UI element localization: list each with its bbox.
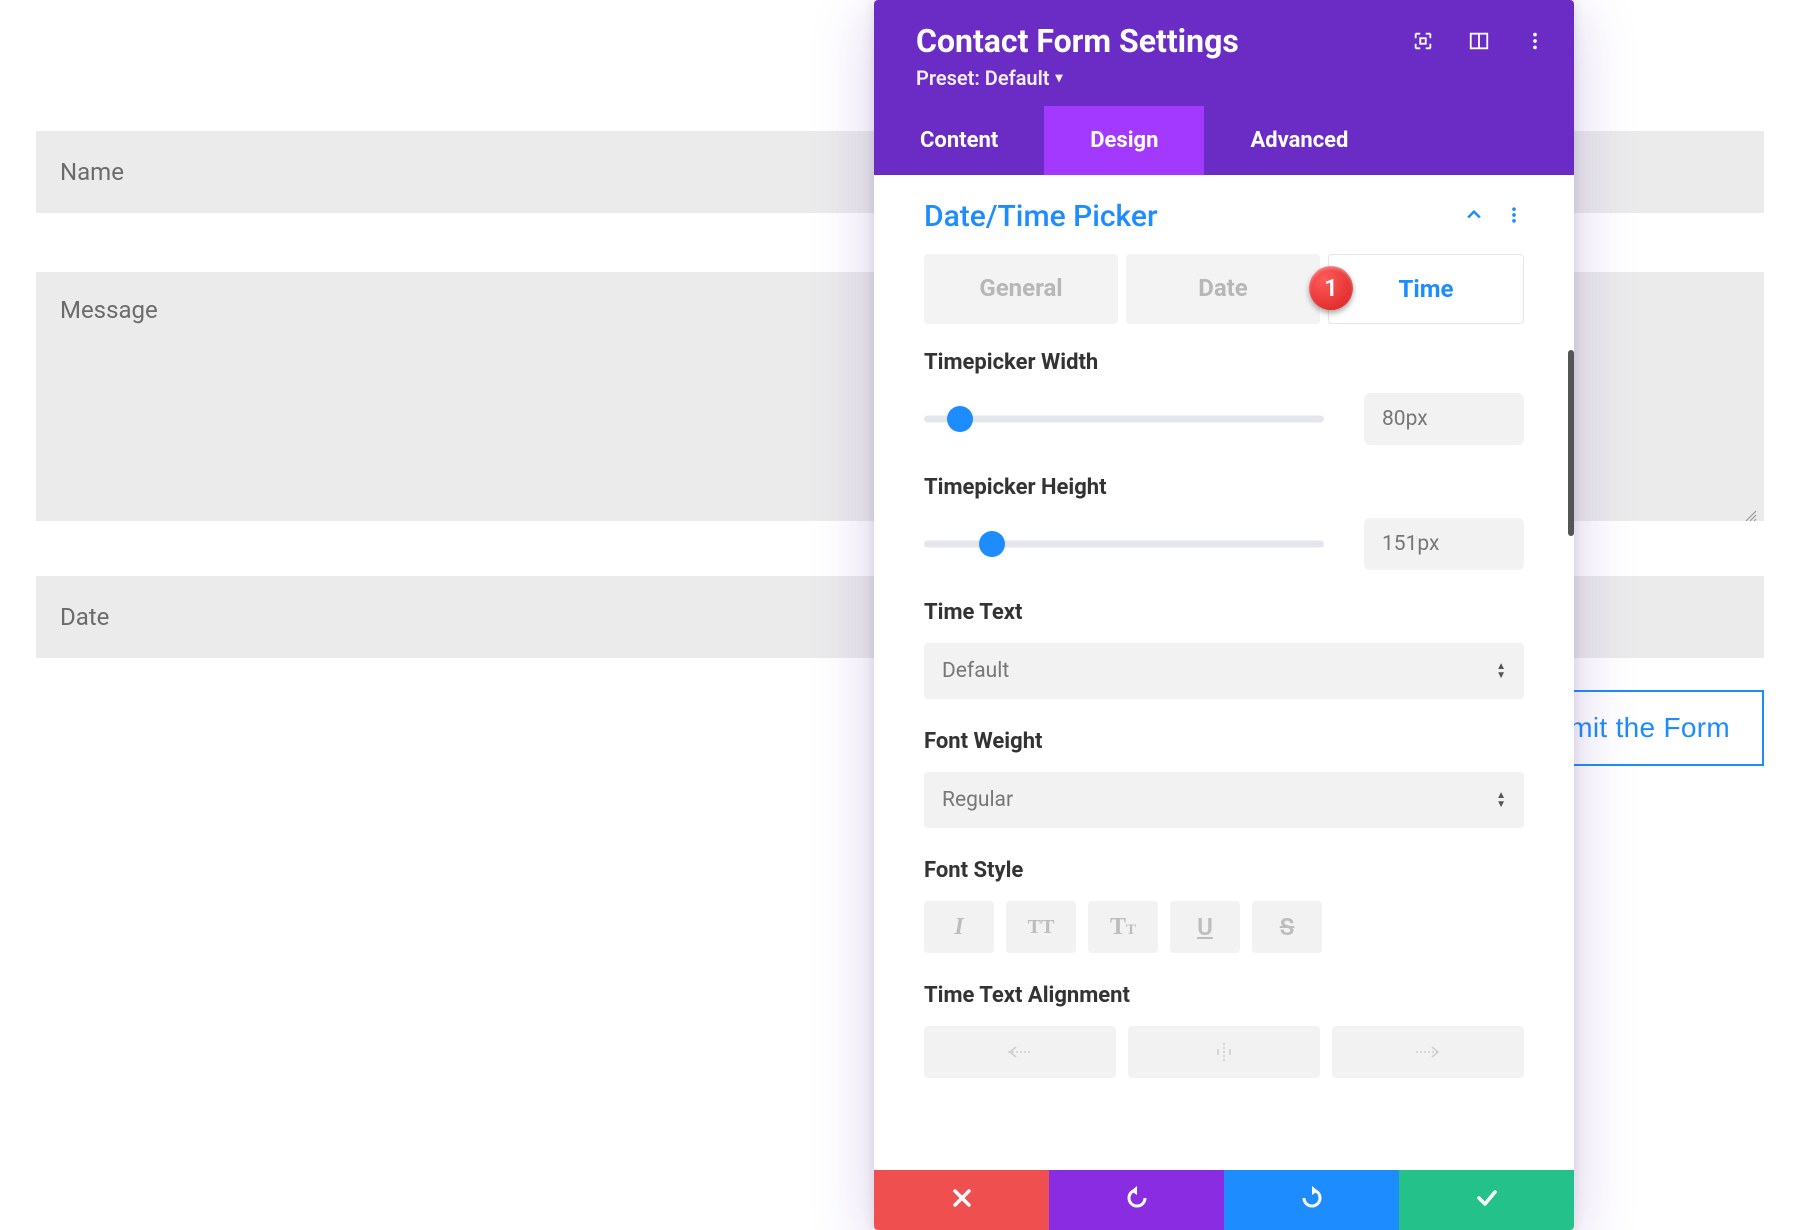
value-text: 80px <box>1382 407 1428 431</box>
label-timepicker-height: Timepicker Height <box>924 475 1524 500</box>
date-placeholder: Date <box>60 603 109 631</box>
value-timepicker-width[interactable]: 80px <box>1364 393 1524 445</box>
select-value: Regular <box>942 788 1013 812</box>
close-icon <box>950 1186 974 1214</box>
subtab-time[interactable]: 1 Time <box>1328 254 1524 324</box>
textarea-resize-handle[interactable] <box>1744 501 1758 515</box>
font-style-underline-button[interactable]: U <box>1170 901 1240 953</box>
slider-thumb[interactable] <box>979 531 1005 557</box>
undo-button[interactable] <box>1049 1170 1224 1230</box>
panel-title: Contact Form Settings <box>916 22 1412 60</box>
scrollbar-thumb[interactable] <box>1568 350 1574 536</box>
slider-thumb[interactable] <box>947 406 973 432</box>
preset-dropdown[interactable]: Preset: Default ▾ <box>916 66 1412 90</box>
undo-icon <box>1125 1186 1149 1214</box>
section-title: Date/Time Picker <box>924 199 1158 234</box>
subtabs: General Date 1 Time <box>924 254 1524 324</box>
redo-icon <box>1300 1186 1324 1214</box>
font-style-uppercase-button[interactable]: TT <box>1006 901 1076 953</box>
select-time-text[interactable]: Default ▲▼ <box>924 643 1524 699</box>
preset-label: Preset: Default <box>916 66 1050 90</box>
label-font-weight: Font Weight <box>924 729 1524 754</box>
field-timepicker-height: Timepicker Height 151px <box>924 475 1524 570</box>
name-placeholder: Name <box>60 158 124 186</box>
value-text: 151px <box>1382 532 1439 556</box>
font-style-italic-button[interactable]: I <box>924 901 994 953</box>
tab-content[interactable]: Content <box>874 106 1044 175</box>
field-time-text: Time Text Default ▲▼ <box>924 600 1524 699</box>
label-font-style: Font Style <box>924 858 1524 883</box>
panel-footer <box>874 1170 1574 1230</box>
tab-design[interactable]: Design <box>1044 106 1204 175</box>
subtab-label: Date <box>1198 274 1248 302</box>
section-more-icon[interactable] <box>1504 205 1524 229</box>
tab-label: Content <box>920 128 998 153</box>
subtab-label: General <box>979 274 1062 302</box>
label-time-text: Time Text <box>924 600 1524 625</box>
panel-body: Date/Time Picker General Date <box>874 175 1574 1170</box>
align-right-button[interactable] <box>1332 1026 1524 1078</box>
select-caret-icon: ▲▼ <box>1496 663 1506 680</box>
panel-header: Contact Form Settings Preset: Default ▾ <box>874 0 1574 106</box>
slider-timepicker-height[interactable] <box>924 534 1324 554</box>
align-center-button[interactable] <box>1128 1026 1320 1078</box>
subtab-label: Time <box>1399 275 1454 303</box>
field-text-alignment: Time Text Alignment <box>924 983 1524 1078</box>
submit-label: mit the Form <box>1569 712 1730 743</box>
tab-label: Design <box>1090 128 1158 153</box>
field-font-weight: Font Weight Regular ▲▼ <box>924 729 1524 828</box>
cancel-button[interactable] <box>874 1170 1049 1230</box>
slider-timepicker-width[interactable] <box>924 409 1324 429</box>
font-style-strikethrough-button[interactable]: S <box>1252 901 1322 953</box>
settings-panel: Contact Form Settings Preset: Default ▾ <box>874 0 1574 1230</box>
badge-text: 1 <box>1324 274 1338 302</box>
value-timepicker-height[interactable]: 151px <box>1364 518 1524 570</box>
settings-scroll-area: Timepicker Width 80px Timepicker Height <box>874 350 1574 1108</box>
section-header[interactable]: Date/Time Picker <box>874 175 1574 254</box>
field-timepicker-width: Timepicker Width 80px <box>924 350 1524 445</box>
select-caret-icon: ▲▼ <box>1496 792 1506 809</box>
expand-icon[interactable] <box>1412 30 1434 52</box>
font-style-smallcaps-button[interactable]: TT <box>1088 901 1158 953</box>
save-button[interactable] <box>1399 1170 1574 1230</box>
subtab-date[interactable]: Date <box>1126 254 1320 324</box>
label-text-alignment: Time Text Alignment <box>924 983 1524 1008</box>
message-placeholder: Message <box>60 296 158 324</box>
columns-icon[interactable] <box>1468 30 1490 52</box>
field-font-style: Font Style I TT TT U S <box>924 858 1524 953</box>
tab-advanced[interactable]: Advanced <box>1204 106 1394 175</box>
annotation-badge: 1 <box>1309 266 1353 310</box>
label-timepicker-width: Timepicker Width <box>924 350 1524 375</box>
caret-down-icon: ▾ <box>1056 70 1063 86</box>
chevron-up-icon[interactable] <box>1464 205 1484 229</box>
main-tabs: Content Design Advanced <box>874 106 1574 175</box>
select-value: Default <box>942 659 1009 683</box>
more-icon[interactable] <box>1524 30 1546 52</box>
check-icon <box>1475 1186 1499 1214</box>
subtab-general[interactable]: General <box>924 254 1118 324</box>
tab-label: Advanced <box>1250 128 1348 153</box>
redo-button[interactable] <box>1224 1170 1399 1230</box>
align-left-button[interactable] <box>924 1026 1116 1078</box>
select-font-weight[interactable]: Regular ▲▼ <box>924 772 1524 828</box>
